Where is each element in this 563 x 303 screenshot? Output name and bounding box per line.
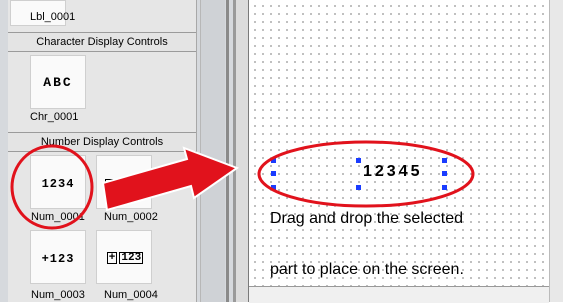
highlight-circle-palette bbox=[10, 144, 94, 230]
drag-arrow-icon bbox=[101, 146, 240, 212]
annotation-overlay bbox=[10, 140, 475, 230]
highlight-circle-canvas bbox=[257, 140, 475, 208]
